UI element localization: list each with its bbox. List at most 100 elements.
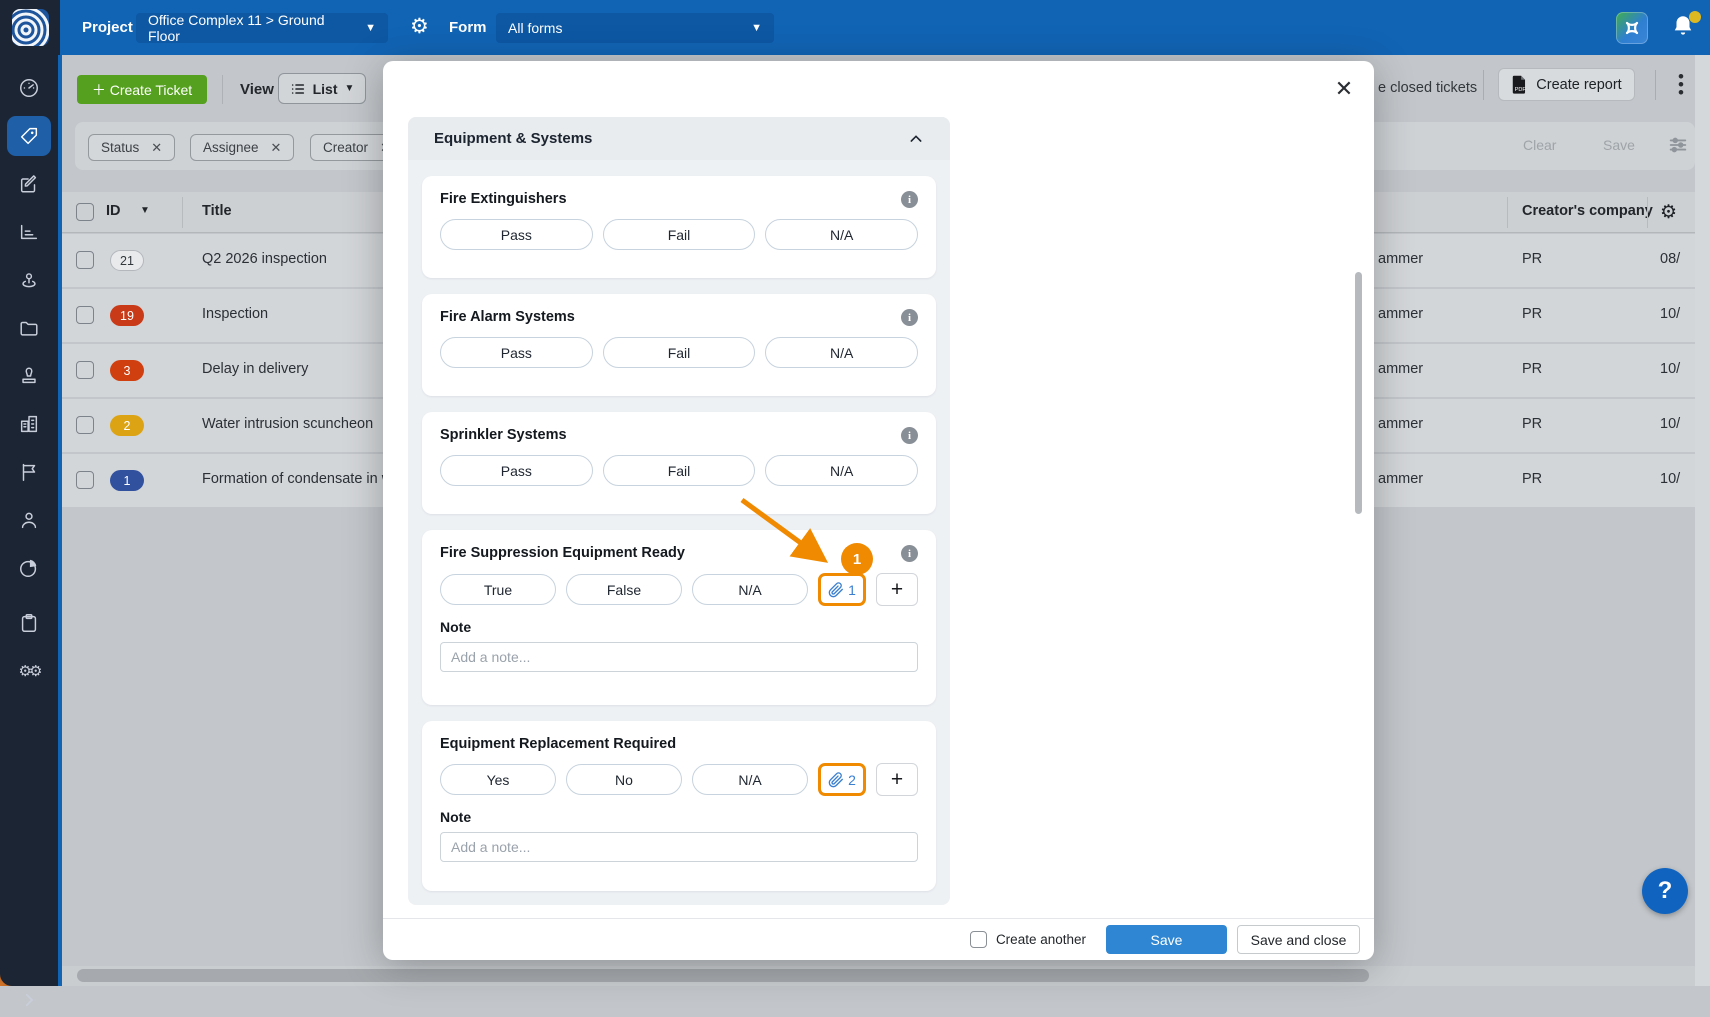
create-ticket-button[interactable]: ＋ Create Ticket <box>77 75 207 104</box>
create-another-checkbox[interactable] <box>970 931 987 948</box>
note-input[interactable] <box>440 642 918 672</box>
close-icon[interactable]: ✕ <box>271 140 282 156</box>
logo-block[interactable] <box>0 0 60 55</box>
ticket-title[interactable]: Inspection <box>202 306 268 322</box>
collapse-chevron-icon[interactable] <box>908 131 924 147</box>
add-attachment-button[interactable]: + <box>876 573 918 606</box>
project-settings-gear-icon[interactable]: ⚙ <box>410 16 429 38</box>
option-pass[interactable]: Pass <box>440 455 593 486</box>
add-attachment-button[interactable]: + <box>876 763 918 796</box>
table-settings-gear-icon[interactable]: ⚙ <box>1660 201 1677 224</box>
option-pass[interactable]: Pass <box>440 337 593 368</box>
option-na[interactable]: N/A <box>692 764 808 795</box>
sidebar-item-tickets-tag-icon[interactable] <box>7 116 51 156</box>
info-icon[interactable]: i <box>901 191 918 208</box>
row-checkbox[interactable] <box>76 361 94 379</box>
row-checkbox[interactable] <box>76 306 94 324</box>
filter-sliders-icon[interactable] <box>1667 134 1689 156</box>
sidebar-item-dashboard-gauge-icon[interactable] <box>7 68 51 108</box>
modal-close-icon[interactable]: ✕ <box>1331 76 1357 102</box>
filter-chip-status[interactable]: Status✕ <box>88 134 175 161</box>
filter-clear-button[interactable]: Clear <box>1523 137 1556 153</box>
note-label: Note <box>440 809 918 825</box>
company-cell: PR <box>1522 306 1542 322</box>
section-header[interactable]: Equipment & Systems <box>408 117 950 160</box>
attachment-count: 2 <box>848 772 856 788</box>
column-header-title[interactable]: Title <box>202 203 232 219</box>
date-cell: 10/ <box>1660 416 1696 432</box>
save-and-close-button[interactable]: Save and close <box>1237 925 1360 954</box>
sidebar-item-companies-buildings-icon[interactable] <box>7 404 51 444</box>
sort-caret-icon[interactable]: ▼ <box>140 205 150 216</box>
option-fail[interactable]: Fail <box>603 337 756 368</box>
sidebar-item-files-folder-icon[interactable] <box>7 308 51 348</box>
option-na[interactable]: N/A <box>765 337 918 368</box>
attachments-button[interactable]: 2 <box>818 763 866 796</box>
select-all-checkbox[interactable] <box>76 203 94 221</box>
project-select[interactable]: Office Complex 11 > Ground Floor ▼ <box>136 13 388 43</box>
option-yes[interactable]: Yes <box>440 764 556 795</box>
sidebar-item-forms-edit-icon[interactable] <box>7 164 51 204</box>
option-na[interactable]: N/A <box>765 219 918 250</box>
note-label: Note <box>440 619 918 635</box>
option-pass[interactable]: Pass <box>440 219 593 250</box>
sidebar-item-plans-chart-icon[interactable] <box>7 212 51 252</box>
date-cell: 08/ <box>1660 251 1696 267</box>
sidebar-item-tasks-clipboard-icon[interactable] <box>7 603 51 643</box>
company-cell: PR <box>1522 251 1542 267</box>
row-checkbox[interactable] <box>76 416 94 434</box>
sidebar-item-site-person-pin-icon[interactable] <box>7 260 51 300</box>
svg-text:PDF: PDF <box>1515 87 1527 93</box>
option-true[interactable]: True <box>440 574 556 605</box>
option-false[interactable]: False <box>566 574 682 605</box>
creator-cell: ammer <box>1378 306 1423 322</box>
sidebar-item-reports-pie-chart-icon[interactable] <box>7 548 51 588</box>
notification-bell-icon[interactable] <box>1670 13 1700 43</box>
ticket-title[interactable]: Water intrusion scuncheon <box>202 416 373 432</box>
row-checkbox[interactable] <box>76 471 94 489</box>
column-header-creators-company[interactable]: Creator's company <box>1522 203 1653 219</box>
view-list-dropdown[interactable]: List ▼ <box>278 73 366 104</box>
horizontal-scrollbar[interactable] <box>62 966 1695 986</box>
option-fail[interactable]: Fail <box>603 455 756 486</box>
option-no[interactable]: No <box>566 764 682 795</box>
info-icon[interactable]: i <box>901 427 918 444</box>
attachments-button[interactable]: 1 <box>818 573 866 606</box>
note-input[interactable] <box>440 832 918 862</box>
more-options-kebab-icon[interactable]: ••• <box>1674 73 1688 97</box>
closed-tickets-toggle-label[interactable]: e closed tickets <box>1378 80 1477 96</box>
sidebar-item-approvals-stamp-icon[interactable] <box>7 356 51 396</box>
sidebar-item-milestones-flag-icon[interactable] <box>7 452 51 492</box>
info-icon[interactable]: i <box>901 545 918 562</box>
notification-dot <box>1689 11 1701 23</box>
filter-save-button[interactable]: Save <box>1603 137 1635 153</box>
form-select[interactable]: All forms ▼ <box>496 13 774 43</box>
create-report-button[interactable]: PDF Create report <box>1498 68 1635 101</box>
close-icon[interactable]: ✕ <box>151 140 162 156</box>
option-fail[interactable]: Fail <box>603 219 756 250</box>
form-label: Form <box>449 0 487 55</box>
ticket-title[interactable]: Delay in delivery <box>202 361 308 377</box>
field-label: Sprinkler Systems <box>440 427 567 443</box>
help-button[interactable]: ? <box>1642 868 1688 914</box>
ticket-title[interactable]: Formation of condensate in w <box>202 471 392 487</box>
option-na[interactable]: N/A <box>765 455 918 486</box>
annotation-step-badge: 1 <box>841 543 873 575</box>
column-header-id[interactable]: ID <box>106 203 121 219</box>
vertical-scrollbar[interactable] <box>1695 55 1710 986</box>
sidebar-item-people-person-icon[interactable] <box>7 500 51 540</box>
sidebar-item-settings-gears-icon[interactable]: ⚙⚙ <box>7 651 51 691</box>
info-icon[interactable]: i <box>901 309 918 326</box>
sidebar-expand-chevron-icon[interactable] <box>7 983 51 1017</box>
filter-chip-assignee[interactable]: Assignee✕ <box>190 134 294 161</box>
horizontal-scrollbar-thumb[interactable] <box>77 969 1369 982</box>
create-another-option[interactable]: Create another <box>970 931 1086 948</box>
ticket-title[interactable]: Q2 2026 inspection <box>202 251 327 267</box>
app-switcher-icon[interactable] <box>1616 12 1648 44</box>
chevron-down-icon: ▼ <box>737 22 762 34</box>
row-checkbox[interactable] <box>76 251 94 269</box>
save-button[interactable]: Save <box>1106 925 1227 954</box>
modal-footer: Create another Save Save and close <box>383 918 1374 960</box>
option-na[interactable]: N/A <box>692 574 808 605</box>
modal-scrollbar-thumb[interactable] <box>1355 272 1362 514</box>
